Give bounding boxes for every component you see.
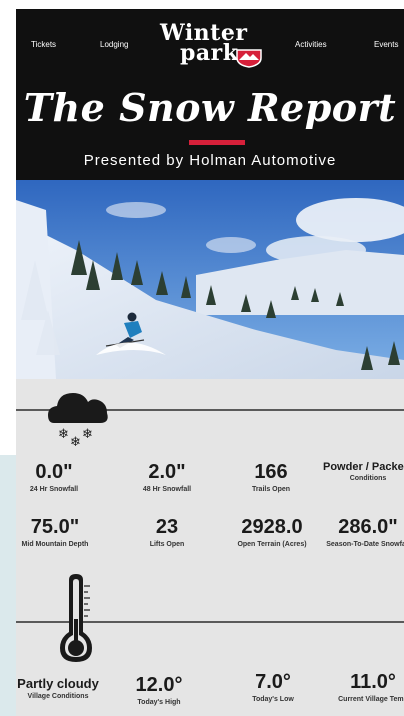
stat-label: Open Terrain (Acres) [237, 541, 307, 548]
stat-label: 48 Hr Snowfall [142, 486, 192, 493]
stat-todays-high: 12.0° Today's High [114, 674, 204, 707]
winter-park-logo[interactable]: Winter park [156, 20, 274, 68]
svg-text:❄: ❄ [70, 435, 81, 450]
stat-value: 2928.0 [241, 516, 303, 538]
stat-value: 0.0" [35, 461, 73, 483]
page-title: The Snow Report [23, 85, 397, 130]
stat-label: Lifts Open [149, 541, 185, 548]
stat-value: 2.0" [148, 461, 186, 483]
stat-label: Today's Low [252, 696, 294, 703]
stat-value: Partly cloudy [17, 676, 99, 691]
logo-text-line2: park [180, 40, 239, 66]
stat-label: Current Village Temp [338, 696, 404, 703]
stat-value: 7.0° [255, 671, 291, 693]
stat-label: Village Conditions [27, 693, 89, 700]
cloud-snow-icon: ❄ ❄ ❄ [48, 393, 108, 450]
svg-text:❄: ❄ [82, 427, 93, 442]
stat-open-terrain: 2928.0 Open Terrain (Acres) [227, 516, 317, 549]
thermometer-icon [60, 574, 92, 662]
stat-village-conditions: Partly cloudy Village Conditions [16, 676, 103, 701]
stat-value: 12.0° [135, 674, 183, 696]
stat-value: 286.0" [338, 516, 398, 538]
stat-value: 166 [254, 461, 288, 483]
stat-trails-open: 166 Trails Open [226, 461, 316, 494]
stat-label: Mid Mountain Depth [21, 541, 89, 548]
stat-value: Powder / Packed Powder [323, 461, 404, 473]
header: Tickets Lodging Activities Events Winter… [16, 9, 404, 180]
stat-48hr-snowfall: 2.0" 48 Hr Snowfall [122, 461, 212, 494]
title-accent-rule [189, 140, 245, 145]
skier-hero-image [16, 180, 404, 379]
stat-todays-low: 7.0° Today's Low [228, 671, 318, 704]
stat-label: Conditions [349, 475, 387, 482]
stat-conditions: Powder / Packed Powder Conditions [323, 461, 404, 483]
svg-text:❄: ❄ [58, 427, 69, 442]
stat-current-village-temp: 11.0° Current Village Temp [328, 671, 404, 704]
nav-activities-link[interactable]: Activities [295, 40, 327, 49]
nav-tickets-link[interactable]: Tickets [31, 40, 56, 49]
page-background-tint [0, 455, 16, 716]
stat-value: 23 [155, 516, 179, 538]
stat-label: Season-To-Date Snowfall [326, 541, 404, 548]
mountain-logo-icon [236, 49, 262, 68]
sponsor-line: Presented by Holman Automotive [83, 152, 337, 169]
snow-report-email: Tickets Lodging Activities Events Winter… [16, 9, 404, 716]
nav-lodging-link[interactable]: Lodging [100, 40, 128, 49]
stat-label: 24 Hr Snowfall [29, 486, 79, 493]
stat-lifts-open: 23 Lifts Open [122, 516, 212, 549]
stat-value: 75.0" [30, 516, 80, 538]
stat-season-to-date-snowfall: 286.0" Season-To-Date Snowfall [323, 516, 404, 549]
nav-events-link[interactable]: Events [374, 40, 398, 49]
stat-mid-mountain-depth: 75.0" Mid Mountain Depth [16, 516, 100, 549]
stat-label: Trails Open [251, 486, 291, 493]
stat-24hr-snowfall: 0.0" 24 Hr Snowfall [16, 461, 99, 494]
stat-value: 11.0° [350, 671, 396, 693]
stat-label: Today's High [137, 699, 181, 706]
